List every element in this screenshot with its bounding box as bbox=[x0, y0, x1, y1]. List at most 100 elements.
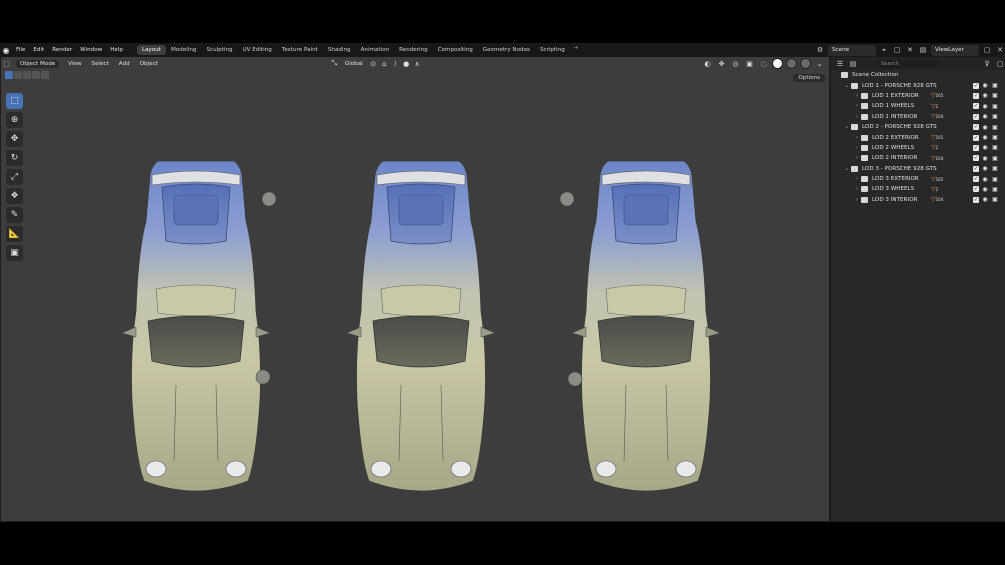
eye-icon[interactable]: ◉ bbox=[981, 113, 989, 120]
camera-icon[interactable]: ▣ bbox=[991, 92, 999, 99]
exclude-checkbox[interactable]: ✓ bbox=[973, 165, 979, 172]
camera-icon[interactable]: ▣ bbox=[991, 144, 999, 151]
collapsed-icon[interactable]: › bbox=[853, 155, 861, 161]
new-collection-icon[interactable]: ▢ bbox=[995, 59, 1005, 69]
filter-icon[interactable]: ⊽ bbox=[982, 59, 992, 69]
collapsed-icon[interactable]: › bbox=[853, 186, 861, 192]
outliner-object-row[interactable]: › LOD 2 INTERIOR ▽104 ✓ ◉ ▣ bbox=[831, 153, 1005, 163]
add-workspace-icon[interactable]: + bbox=[570, 45, 583, 55]
collapsed-icon[interactable]: › bbox=[853, 135, 861, 141]
eye-icon[interactable]: ◉ bbox=[981, 186, 989, 193]
menu-item-render[interactable]: Render bbox=[48, 47, 76, 53]
exclude-checkbox[interactable]: ✓ bbox=[973, 196, 979, 203]
exclude-checkbox[interactable]: ✓ bbox=[973, 134, 979, 141]
collapsed-icon[interactable]: › bbox=[853, 197, 861, 203]
outliner-search-input[interactable]: Search bbox=[877, 59, 939, 68]
shading-options-icon[interactable]: ⌄ bbox=[814, 59, 825, 69]
new-scene-icon[interactable]: ▢ bbox=[892, 45, 902, 55]
eye-icon[interactable]: ◉ bbox=[981, 134, 989, 141]
tab-rendering[interactable]: Rendering bbox=[394, 45, 433, 55]
options-dropdown[interactable]: Options bbox=[793, 74, 825, 82]
outliner-collection-row[interactable]: ⌄ LOD 2 - PORSCHE 928 GTS ✓ ◉ ▣ bbox=[831, 122, 1005, 132]
expand-icon[interactable]: ⌄ bbox=[843, 124, 851, 130]
display-mode-icon[interactable]: ▤ bbox=[848, 59, 858, 69]
viewport-menu-add[interactable]: Add bbox=[114, 61, 135, 67]
exclude-checkbox[interactable]: ✓ bbox=[973, 82, 979, 89]
car-model-lod1[interactable] bbox=[121, 160, 271, 492]
move-icon[interactable]: ✥ bbox=[6, 131, 23, 147]
pin-icon[interactable]: ⌖ bbox=[879, 45, 889, 55]
exclude-checkbox[interactable]: ✓ bbox=[973, 186, 979, 193]
measure-icon[interactable]: 📐 bbox=[6, 226, 23, 242]
camera-icon[interactable]: ▣ bbox=[991, 113, 999, 120]
tab-compositing[interactable]: Compositing bbox=[433, 45, 478, 55]
exclude-checkbox[interactable]: ✓ bbox=[973, 113, 979, 120]
select-invert-icon[interactable] bbox=[32, 71, 40, 79]
snap-target-icon[interactable]: ⁞ bbox=[390, 59, 401, 69]
camera-icon[interactable]: ▣ bbox=[991, 124, 999, 131]
camera-icon[interactable]: ▣ bbox=[991, 186, 999, 193]
scene-icon[interactable]: ⚙ bbox=[815, 45, 825, 55]
collapsed-icon[interactable]: › bbox=[853, 103, 861, 109]
eye-icon[interactable]: ◉ bbox=[981, 82, 989, 89]
tab-uv-editing[interactable]: UV Editing bbox=[238, 45, 277, 55]
outliner-object-row[interactable]: › LOD 2 EXTERIOR ▽165 ✓ ◉ ▣ bbox=[831, 132, 1005, 142]
menu-item-help[interactable]: Help bbox=[106, 47, 127, 53]
transform-orientation-dropdown[interactable]: Global bbox=[340, 61, 368, 67]
blender-logo-icon[interactable]: ◉ bbox=[0, 46, 12, 55]
cursor-icon[interactable]: ⊕ bbox=[6, 112, 23, 128]
select-extend-icon[interactable] bbox=[14, 71, 22, 79]
collapsed-icon[interactable]: › bbox=[853, 176, 861, 182]
exclude-checkbox[interactable]: ✓ bbox=[973, 176, 979, 183]
overlay-icon[interactable]: ◎ bbox=[730, 59, 741, 69]
collapsed-icon[interactable]: › bbox=[853, 145, 861, 151]
tab-shading[interactable]: Shading bbox=[323, 45, 356, 55]
outliner-editor-icon[interactable]: ☰ bbox=[835, 59, 845, 69]
viewport-menu-select[interactable]: Select bbox=[87, 61, 114, 67]
new-view-layer-icon[interactable]: ▢ bbox=[982, 45, 992, 55]
falloff-icon[interactable]: ∧ bbox=[412, 59, 423, 69]
collapsed-icon[interactable]: › bbox=[853, 114, 861, 120]
delete-scene-icon[interactable]: ✕ bbox=[905, 45, 915, 55]
transform-icon[interactable]: ❖ bbox=[6, 188, 23, 204]
expand-icon[interactable]: ⌄ bbox=[843, 83, 851, 89]
menu-item-file[interactable]: File bbox=[12, 47, 29, 53]
camera-icon[interactable]: ▣ bbox=[991, 155, 999, 162]
eye-icon[interactable]: ◉ bbox=[981, 144, 989, 151]
collapsed-icon[interactable]: › bbox=[853, 93, 861, 99]
scale-icon[interactable]: ⤢ bbox=[6, 169, 23, 185]
pivot-icon[interactable]: ⊙ bbox=[368, 59, 379, 69]
solid-shading-icon[interactable] bbox=[772, 58, 783, 69]
camera-icon[interactable]: ▣ bbox=[991, 196, 999, 203]
viewport-menu-object[interactable]: Object bbox=[135, 61, 163, 67]
tab-texture-paint[interactable]: Texture Paint bbox=[277, 45, 323, 55]
eye-icon[interactable]: ◉ bbox=[981, 176, 989, 183]
camera-icon[interactable]: ▣ bbox=[991, 165, 999, 172]
eye-icon[interactable]: ◉ bbox=[981, 124, 989, 131]
rotate-icon[interactable]: ↻ bbox=[6, 150, 23, 166]
viewport-menu-view[interactable]: View bbox=[63, 61, 86, 67]
exclude-checkbox[interactable]: ✓ bbox=[973, 92, 979, 99]
car-model-lod3[interactable] bbox=[571, 160, 721, 492]
exclude-checkbox[interactable]: ✓ bbox=[973, 103, 979, 110]
3d-viewport[interactable]: ⬚ Object Mode View Select Add Object ⤡ Glob… bbox=[1, 57, 829, 521]
view-layer-field[interactable]: ViewLayer bbox=[931, 44, 979, 56]
eye-icon[interactable]: ◉ bbox=[981, 196, 989, 203]
exclude-checkbox[interactable]: ✓ bbox=[973, 155, 979, 162]
outliner-object-row[interactable]: › LOD 1 EXTERIOR ▽165 ✓ ◉ ▣ bbox=[831, 91, 1005, 101]
annotate-icon[interactable]: ✎ bbox=[6, 207, 23, 223]
select-new-icon[interactable] bbox=[5, 71, 13, 79]
tab-geometry-nodes[interactable]: Geometry Nodes bbox=[478, 45, 535, 55]
outliner-object-row[interactable]: › LOD 3 EXTERIOR ▽165 ✓ ◉ ▣ bbox=[831, 174, 1005, 184]
tab-layout[interactable]: Layout bbox=[136, 45, 166, 55]
outliner-object-row[interactable]: › LOD 3 INTERIOR ▽104 ✓ ◉ ▣ bbox=[831, 195, 1005, 205]
rendered-shading-icon[interactable] bbox=[800, 58, 811, 69]
menu-item-window[interactable]: Window bbox=[76, 47, 106, 53]
camera-icon[interactable]: ▣ bbox=[991, 134, 999, 141]
camera-icon[interactable]: ▣ bbox=[991, 82, 999, 89]
eye-icon[interactable]: ◉ bbox=[981, 92, 989, 99]
select-subtract-icon[interactable] bbox=[23, 71, 31, 79]
expand-icon[interactable]: ⌄ bbox=[843, 166, 851, 172]
material-shading-icon[interactable] bbox=[786, 58, 797, 69]
view-layer-icon[interactable]: ▤ bbox=[918, 45, 928, 55]
